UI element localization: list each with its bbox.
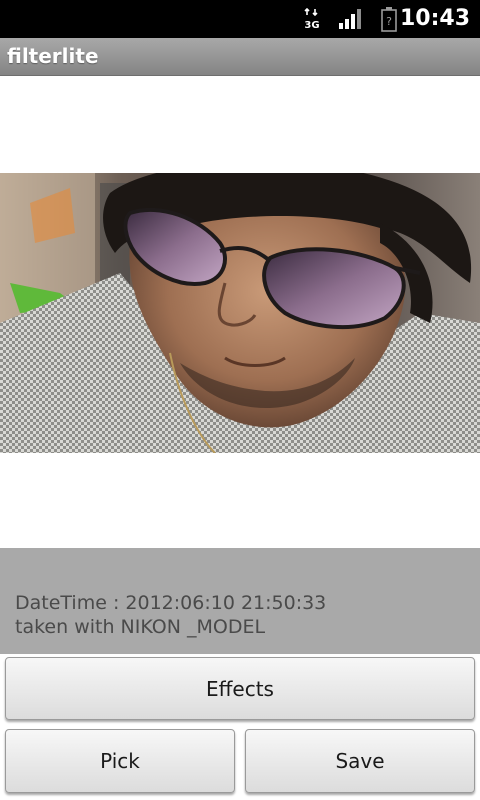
camera-model-label: taken with NIKON _MODEL (15, 616, 266, 638)
app-title-bar: filterlite (0, 38, 480, 76)
network-3g-icon: 3G (304, 8, 320, 30)
datetime-label: DateTime : 2012:06:10 21:50:33 (15, 592, 327, 614)
pick-button[interactable]: Pick (5, 729, 235, 793)
photo-preview[interactable] (0, 173, 480, 453)
action-buttons: Effects Pick Save (0, 654, 480, 800)
svg-text:3G: 3G (304, 20, 319, 30)
app-title: filterlite (7, 44, 99, 68)
save-button[interactable]: Save (245, 729, 475, 793)
svg-text:?: ? (386, 15, 392, 28)
exif-info-panel: DateTime : 2012:06:10 21:50:33 taken wit… (0, 548, 480, 654)
battery-unknown-icon: ? (381, 7, 397, 32)
screen: 3G ? 10:43 filterlite DateTime: 2012:06… (0, 0, 480, 800)
signal-strength-icon (339, 9, 361, 29)
status-bar: 3G ? 10:43 (0, 0, 480, 38)
status-clock: 10:43 (399, 6, 470, 31)
photo-image (0, 173, 480, 453)
effects-button[interactable]: Effects (5, 657, 475, 720)
